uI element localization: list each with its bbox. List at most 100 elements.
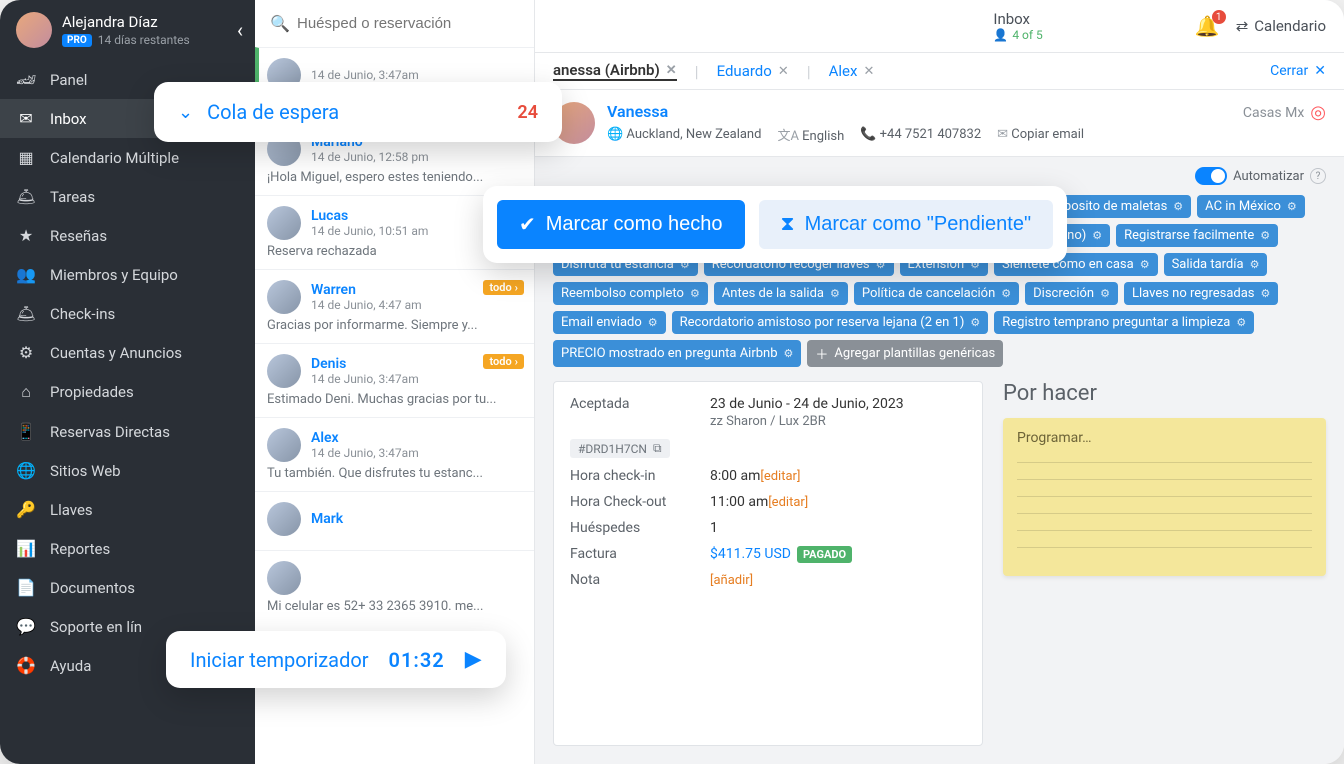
gear-icon[interactable]: ⚙ bbox=[1261, 287, 1271, 300]
inbox-count: 👤4 of 5 bbox=[993, 28, 1042, 42]
calendar-link[interactable]: ⇄ Calendario bbox=[1236, 17, 1326, 35]
gear-icon[interactable]: ⚙ bbox=[690, 287, 700, 300]
close-icon[interactable]: ✕ bbox=[666, 63, 677, 78]
tab-eduardo[interactable]: Eduardo✕ bbox=[717, 62, 789, 80]
nav-calendar[interactable]: ▦Calendario Múltiple bbox=[0, 138, 255, 177]
chevron-down-icon: ⌄ bbox=[178, 102, 193, 123]
nav-reviews[interactable]: ★Reseñas bbox=[0, 216, 255, 255]
copy-email-button[interactable]: ✉ Copiar email bbox=[997, 127, 1084, 142]
airbnb-icon: ◎ bbox=[1310, 102, 1326, 123]
guest-name[interactable]: Vanessa bbox=[607, 102, 1084, 121]
template-chip[interactable]: AC in México⚙ bbox=[1197, 195, 1305, 218]
search-bar[interactable]: 🔍 bbox=[255, 0, 534, 47]
template-chip[interactable]: Registrarse facilmente⚙ bbox=[1116, 224, 1278, 247]
tab-vanessa[interactable]: anessa (Airbnb)✕ bbox=[553, 61, 677, 81]
accounts-icon: ⚙ bbox=[16, 343, 36, 362]
mark-pending-button[interactable]: ⧗ Marcar como "Pendiente" bbox=[759, 200, 1054, 249]
nav-keys[interactable]: 🔑Llaves bbox=[0, 490, 255, 529]
nav-checkins[interactable]: 🛎Check-ins bbox=[0, 294, 255, 333]
edit-checkout[interactable]: [editar] bbox=[768, 495, 808, 510]
nav-members[interactable]: 👥Miembros y Equipo bbox=[0, 255, 255, 294]
conversation-item[interactable]: Denis 14 de Junio, 3:47am Estimado Deni.… bbox=[255, 343, 534, 417]
main-panel: Inbox 👤4 of 5 🔔 1 ⇄ Calendario anessa (A… bbox=[535, 0, 1344, 764]
template-chip[interactable]: PRECIO mostrado en pregunta Airbnb⚙ bbox=[553, 340, 801, 367]
conv-time: 14 de Junio, 4:47 am bbox=[311, 298, 422, 312]
mark-done-button[interactable]: ✔ Marcar como hecho bbox=[497, 200, 745, 249]
conversation-item[interactable]: Warren 14 de Junio, 4:47 am Gracias por … bbox=[255, 269, 534, 343]
template-chip[interactable]: Llaves no regresadas⚙ bbox=[1124, 282, 1278, 305]
dashboard-icon: 🏎 bbox=[16, 70, 36, 89]
gear-icon[interactable]: ⚙ bbox=[830, 287, 840, 300]
play-icon[interactable]: ▶ bbox=[465, 647, 482, 672]
conversation-tabs: anessa (Airbnb)✕ | Eduardo✕ | Alex✕ Cerr… bbox=[535, 53, 1344, 90]
template-chip[interactable]: Registro temprano preguntar a limpieza⚙ bbox=[994, 311, 1254, 334]
gear-icon[interactable]: ⚙ bbox=[1236, 316, 1246, 329]
gear-icon[interactable]: ⚙ bbox=[1173, 200, 1183, 213]
conversation-item[interactable]: Mark bbox=[255, 491, 534, 550]
collapse-sidebar-icon[interactable]: ‹ bbox=[237, 18, 243, 42]
globe-icon: 🌐 bbox=[16, 461, 36, 480]
template-chip[interactable]: Antes de la salida⚙ bbox=[714, 282, 848, 305]
globe-icon: 🌐 bbox=[607, 127, 623, 142]
template-chip[interactable]: Email enviado⚙ bbox=[553, 311, 666, 334]
copy-icon: ⧉ bbox=[653, 441, 662, 456]
nav-direct[interactable]: 📱Reservas Directas bbox=[0, 412, 255, 451]
help-icon: 🛟 bbox=[16, 656, 36, 675]
todo-title: Por hacer bbox=[1003, 381, 1326, 406]
conversation-item[interactable]: Alex 14 de Junio, 3:47am Tu también. Que… bbox=[255, 417, 534, 491]
avatar bbox=[267, 206, 301, 240]
gear-icon[interactable]: ⚙ bbox=[1092, 229, 1102, 242]
nav-accounts[interactable]: ⚙Cuentas y Anuncios bbox=[0, 333, 255, 372]
notification-badge: 1 bbox=[1212, 10, 1226, 24]
gear-icon[interactable]: ⚙ bbox=[1140, 258, 1150, 271]
gear-icon[interactable]: ⚙ bbox=[648, 316, 658, 329]
search-icon: 🔍 bbox=[271, 14, 289, 33]
automate-toggle[interactable] bbox=[1195, 167, 1227, 185]
gear-icon[interactable]: ⚙ bbox=[1001, 287, 1011, 300]
template-chip[interactable]: Salida tardía⚙ bbox=[1164, 253, 1268, 276]
profile-section[interactable]: Alejandra Díaz PRO 14 días restantes ‹ bbox=[0, 0, 255, 60]
invoice-link[interactable]: $411.75 USD bbox=[710, 546, 791, 562]
conv-preview: Tu también. Que disfrutes tu estanc... bbox=[267, 466, 522, 481]
template-chip[interactable]: Discreción⚙ bbox=[1025, 282, 1118, 305]
add-template-button[interactable]: ＋Agregar plantillas genéricas bbox=[807, 340, 1003, 367]
search-input[interactable] bbox=[297, 15, 518, 32]
gear-icon[interactable]: ⚙ bbox=[1100, 287, 1110, 300]
nav-properties[interactable]: ⌂Propiedades bbox=[0, 372, 255, 412]
team-icon: 👥 bbox=[16, 265, 36, 284]
checkin-icon: 🛎 bbox=[16, 304, 36, 323]
gear-icon[interactable]: ⚙ bbox=[1260, 229, 1270, 242]
nav-reports[interactable]: 📊Reportes bbox=[0, 529, 255, 568]
doc-icon: 📄 bbox=[16, 578, 36, 597]
sticky-note[interactable]: Programar… bbox=[1003, 418, 1326, 576]
conv-name: Denis bbox=[311, 356, 419, 372]
booking-ref[interactable]: #DRD1H7CN⧉ bbox=[570, 439, 670, 458]
check-circle-icon: ✔ bbox=[519, 212, 536, 237]
gear-icon[interactable]: ⚙ bbox=[1250, 258, 1260, 271]
conv-preview: Gracias por informarme. Siempre y... bbox=[267, 318, 522, 333]
phone-text[interactable]: 📞 +44 7521 407832 bbox=[860, 127, 981, 142]
gear-icon[interactable]: ⚙ bbox=[784, 347, 794, 360]
notifications-button[interactable]: 🔔 1 bbox=[1195, 14, 1220, 38]
template-chip[interactable]: Reembolso completo⚙ bbox=[553, 282, 708, 305]
nav-websites[interactable]: 🌐Sitios Web bbox=[0, 451, 255, 490]
add-note[interactable]: [añadir] bbox=[710, 573, 753, 588]
template-chip[interactable]: Recordatorio amistoso por reserva lejana… bbox=[672, 311, 989, 334]
todo-badge: todo › bbox=[483, 354, 524, 369]
nav-documents[interactable]: 📄Documentos bbox=[0, 568, 255, 607]
conversation-item[interactable]: Mi celular es 52+ 33 2365 3910. me... bbox=[255, 550, 534, 624]
edit-checkin[interactable]: [editar] bbox=[760, 469, 800, 484]
help-icon[interactable]: ? bbox=[1310, 168, 1326, 184]
close-all-button[interactable]: Cerrar✕ bbox=[1270, 63, 1326, 79]
gear-icon[interactable]: ⚙ bbox=[970, 316, 980, 329]
close-icon[interactable]: ✕ bbox=[863, 64, 874, 79]
gear-icon[interactable]: ⚙ bbox=[1287, 200, 1297, 213]
tab-alex[interactable]: Alex✕ bbox=[829, 62, 875, 80]
nav-tasks[interactable]: 🛎Tareas bbox=[0, 177, 255, 216]
timer-overlay[interactable]: Iniciar temporizador 01:32 ▶ bbox=[166, 631, 506, 688]
calendar-toggle-icon: ⇄ bbox=[1236, 17, 1249, 35]
close-icon[interactable]: ✕ bbox=[778, 64, 789, 79]
template-chip[interactable]: Política de cancelación⚙ bbox=[854, 282, 1019, 305]
booking-card: Aceptada 23 de Junio - 24 de Junio, 2023… bbox=[553, 381, 983, 746]
queue-dropdown[interactable]: ⌄ Cola de espera 24 bbox=[154, 82, 562, 142]
